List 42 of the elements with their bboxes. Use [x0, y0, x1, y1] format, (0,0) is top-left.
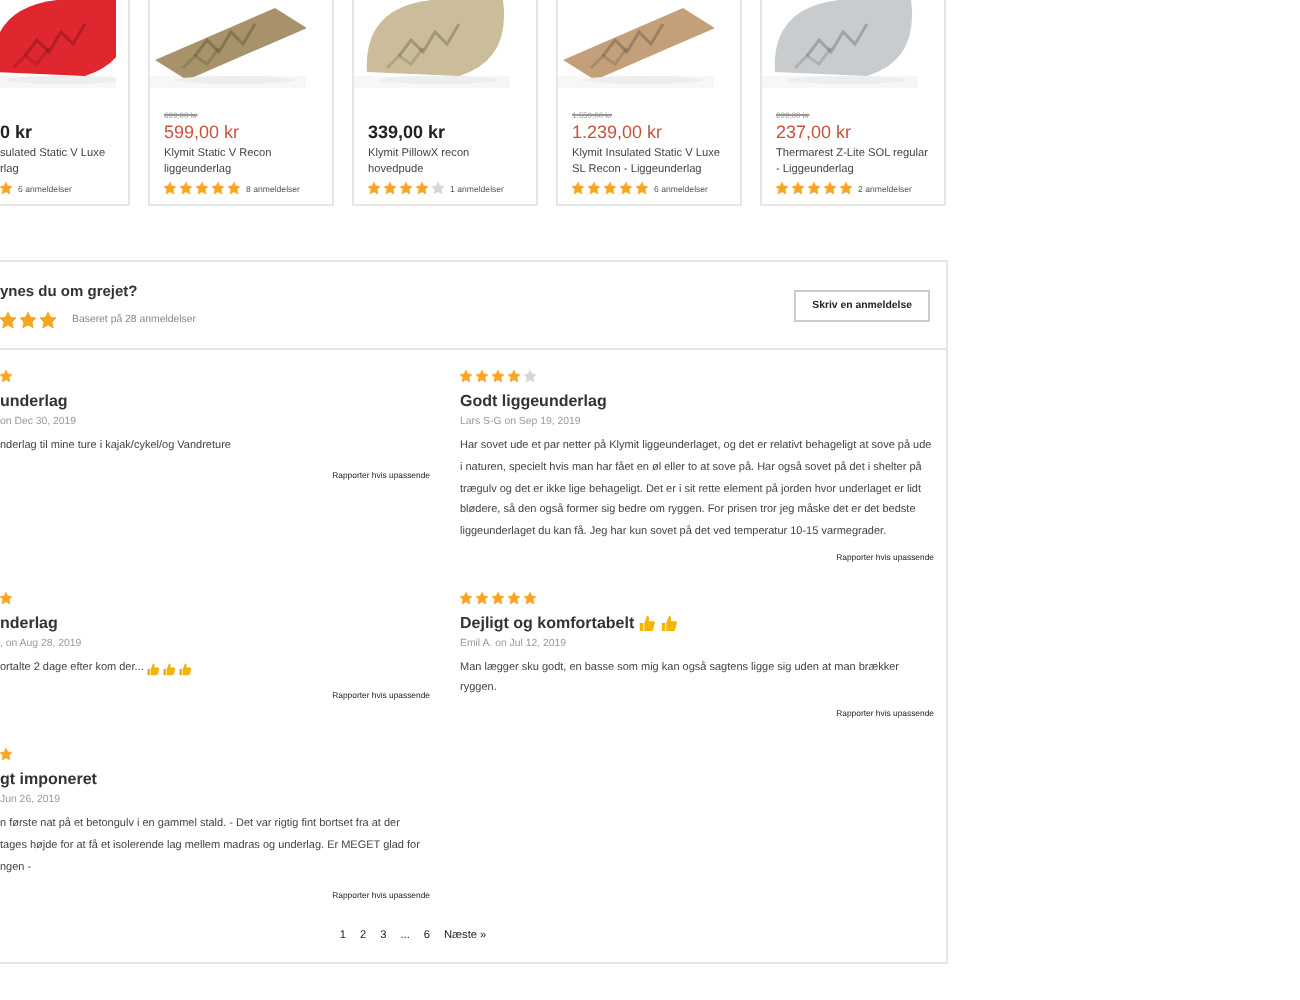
star-icon [196, 182, 208, 194]
review-title: Dejligt og komfortabelt [460, 613, 635, 632]
star-icon [524, 591, 536, 604]
star-icon [524, 370, 536, 382]
star-icon [368, 182, 380, 194]
star-icon [228, 182, 240, 194]
star-icon [476, 591, 488, 604]
product-price: 1.239,00 kr [572, 122, 665, 142]
star-icon [460, 591, 472, 604]
star-icon [808, 182, 820, 194]
star-icon [492, 591, 504, 604]
thumbs-up-icon [638, 613, 657, 632]
star-icon [792, 182, 804, 194]
star-icon [400, 182, 412, 194]
star-icon [212, 182, 224, 194]
product-price: 0 kr [0, 122, 35, 142]
star-icon [460, 370, 472, 382]
star-icon [620, 182, 632, 194]
product-price: 599,00 kr [164, 122, 242, 142]
star-icon [840, 182, 852, 194]
star-icon [416, 182, 428, 194]
review-title: gt imponeret [0, 769, 97, 788]
review-title: nderlag [0, 613, 58, 632]
star-icon [508, 591, 520, 604]
star-icon [180, 182, 192, 194]
star-icon [572, 182, 584, 194]
product-price: 237,00 kr [776, 122, 854, 142]
review-title: Godt liggeunderlag [460, 392, 607, 410]
star-icon [588, 182, 600, 194]
star-icon [476, 370, 488, 382]
thumbs-up-icon [660, 613, 679, 632]
review-title: underlag [0, 392, 68, 410]
product-price: 339,00 kr [368, 122, 448, 142]
star-icon [432, 182, 444, 194]
star-icon [604, 182, 616, 194]
star-icon [164, 182, 176, 194]
star-icon [636, 182, 648, 194]
star-icon [508, 370, 520, 382]
star-icon [824, 182, 836, 194]
star-icon [776, 182, 788, 194]
star-icon [492, 370, 504, 382]
star-icon [384, 182, 396, 194]
